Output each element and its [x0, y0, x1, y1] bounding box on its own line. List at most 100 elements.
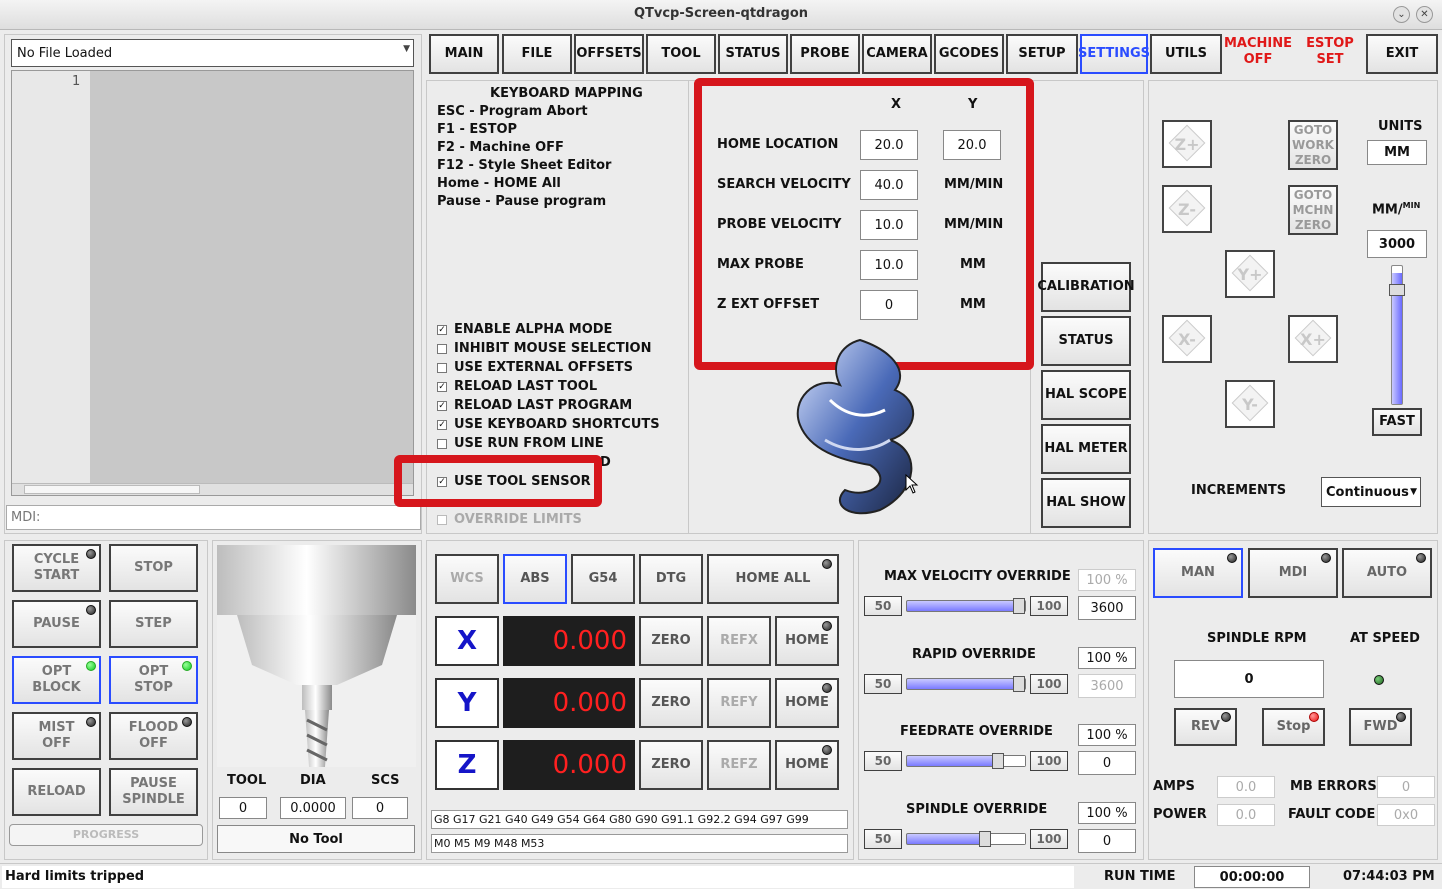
tab-status[interactable]: STATUS	[718, 34, 788, 74]
active-mcodes: M0 M5 M9 M48 M53	[431, 834, 848, 853]
rapid-override-label: RAPID OVERRIDE	[912, 647, 1036, 662]
jog-x-plus-button[interactable]: X+	[1288, 315, 1338, 363]
feedrate-slider[interactable]	[906, 753, 1026, 769]
dro-x-value: 0.000	[503, 616, 635, 666]
mouse-cursor-icon	[905, 474, 919, 494]
tab-main[interactable]: MAIN	[429, 34, 499, 74]
mode-mdi-led	[1321, 553, 1331, 563]
tab-offsets[interactable]: OFFSETS	[574, 34, 644, 74]
units-value[interactable]: MM	[1367, 140, 1427, 165]
refy-button[interactable]: REFY	[707, 678, 771, 728]
tab-file[interactable]: FILE	[502, 34, 572, 74]
exit-button[interactable]: EXIT	[1366, 34, 1438, 74]
kb-line-3: F2 - Machine OFF	[437, 140, 564, 155]
spindle-fwd-led	[1396, 712, 1406, 722]
zero-x-button[interactable]: ZERO	[639, 616, 703, 666]
tab-camera[interactable]: CAMERA	[862, 34, 932, 74]
wcs-button[interactable]: WCS	[435, 554, 499, 604]
jog-z-minus-button[interactable]: Z-	[1162, 185, 1212, 233]
jog-y-minus-button[interactable]: Y-	[1225, 380, 1275, 428]
refx-button[interactable]: REFX	[707, 616, 771, 666]
checkbox-checked-icon: ✓	[437, 419, 447, 430]
spindle-override-max-button[interactable]: 100	[1030, 829, 1068, 849]
gcode-editor[interactable]: 1	[11, 70, 414, 496]
kb-line-5: Home - HOME All	[437, 176, 561, 191]
option-keyboard-shortcuts[interactable]: ✓ USE KEYBOARD SHORTCUTS	[437, 417, 660, 432]
mdi-input[interactable]: MDI:	[6, 505, 421, 530]
jog-y-plus-button[interactable]: Y+	[1225, 250, 1275, 298]
rapid-min-button[interactable]: 50	[864, 674, 902, 694]
feedrate-min-button[interactable]: 50	[864, 751, 902, 771]
tab-utils[interactable]: UTILS	[1150, 34, 1222, 74]
goto-machine-zero-button[interactable]: GOTO MCHN ZERO	[1288, 185, 1338, 235]
jog-rate-slider[interactable]	[1389, 265, 1405, 405]
tab-gcodes[interactable]: GCODES	[934, 34, 1004, 74]
hal-scope-button[interactable]: HAL SCOPE	[1041, 370, 1131, 420]
tab-setup[interactable]: SETUP	[1006, 34, 1078, 74]
goto-work-zero-button[interactable]: GOTO WORK ZERO	[1288, 120, 1338, 170]
tool-diameter: 0.0000	[280, 797, 346, 819]
max-velocity-max-button[interactable]: 100	[1030, 596, 1068, 616]
option-enable-alpha[interactable]: ✓ ENABLE ALPHA MODE	[437, 322, 612, 337]
opt-block-led	[86, 661, 96, 671]
option-run-from-line[interactable]: USE RUN FROM LINE	[437, 436, 604, 451]
estop-button[interactable]: ESTOP SET	[1296, 36, 1364, 72]
spindle-override-slider[interactable]	[906, 831, 1026, 847]
status-button[interactable]: STATUS	[1041, 316, 1131, 366]
file-selected: No File Loaded	[17, 45, 113, 61]
mb-errors-value: 0	[1377, 776, 1435, 798]
max-velocity-min-button[interactable]: 50	[864, 596, 902, 616]
hal-show-button[interactable]: HAL SHOW	[1041, 478, 1131, 528]
checkbox-checked-icon: ✓	[437, 400, 447, 411]
tab-tool[interactable]: TOOL	[646, 34, 716, 74]
flood-led	[182, 717, 192, 727]
rapid-max-button[interactable]: 100	[1030, 674, 1068, 694]
stop-button[interactable]: STOP	[109, 544, 198, 592]
option-reload-program[interactable]: ✓ RELOAD LAST PROGRAM	[437, 398, 632, 413]
refz-button[interactable]: REFZ	[707, 740, 771, 790]
tab-probe[interactable]: PROBE	[790, 34, 860, 74]
feedrate-max-button[interactable]: 100	[1030, 751, 1068, 771]
file-selector[interactable]: No File Loaded ▼	[11, 39, 414, 67]
hal-meter-button[interactable]: HAL METER	[1041, 424, 1131, 474]
calibration-button[interactable]: CALIBRATION	[1037, 262, 1135, 312]
pause-spindle-button[interactable]: PAUSE SPINDLE	[109, 768, 198, 816]
title-bar: QTvcp-Screen-qtdragon ⌄ ✕	[0, 0, 1442, 30]
jog-x-minus-button[interactable]: X-	[1162, 315, 1212, 363]
spindle-override-min-button[interactable]: 50	[864, 829, 902, 849]
run-time-value: 00:00:00	[1194, 866, 1310, 888]
checkbox-icon	[437, 343, 447, 354]
axis-y-label: Y	[435, 678, 499, 728]
close-button[interactable]: ✕	[1416, 6, 1433, 23]
option-external-offsets[interactable]: USE EXTERNAL OFFSETS	[437, 360, 633, 375]
tab-settings[interactable]: SETTINGS	[1078, 34, 1150, 74]
kb-line-4: F12 - Style Sheet Editor	[437, 158, 612, 173]
option-inhibit-mouse[interactable]: INHIBIT MOUSE SELECTION	[437, 341, 651, 356]
fast-button[interactable]: FAST	[1372, 408, 1422, 436]
jog-z-plus-button[interactable]: Z+	[1162, 120, 1212, 168]
max-velocity-slider[interactable]	[906, 598, 1026, 614]
jog-rate-value[interactable]: 3000	[1367, 230, 1427, 258]
home-y-led	[822, 683, 832, 693]
zero-z-button[interactable]: ZERO	[639, 740, 703, 790]
rapid-slider[interactable]	[906, 676, 1026, 692]
dtg-button[interactable]: DTG	[639, 554, 703, 604]
step-button[interactable]: STEP	[109, 600, 198, 648]
checkbox-icon	[437, 362, 447, 373]
home-all-button[interactable]: HOME ALL	[707, 554, 839, 604]
increments-select[interactable]: Continuous ▼	[1321, 477, 1421, 507]
abs-button[interactable]: ABS	[503, 554, 567, 604]
zero-y-button[interactable]: ZERO	[639, 678, 703, 728]
power-value: 0.0	[1217, 804, 1275, 826]
g54-button[interactable]: G54	[571, 554, 635, 604]
horizontal-scrollbar[interactable]	[12, 483, 413, 495]
machine-off-button[interactable]: MACHINE OFF	[1224, 36, 1292, 72]
option-reload-tool[interactable]: ✓ RELOAD LAST TOOL	[437, 379, 597, 394]
option-override-limits[interactable]: OVERRIDE LIMITS	[437, 512, 582, 527]
rapid-override-value: 3600	[1078, 674, 1136, 698]
minimize-button[interactable]: ⌄	[1393, 6, 1410, 23]
jog-rate-label: MM/MIN	[1372, 201, 1421, 218]
reload-button[interactable]: RELOAD	[12, 768, 101, 816]
clock: 07:44:03 PM	[1343, 869, 1435, 884]
fault-code-value: 0x0	[1377, 804, 1435, 826]
